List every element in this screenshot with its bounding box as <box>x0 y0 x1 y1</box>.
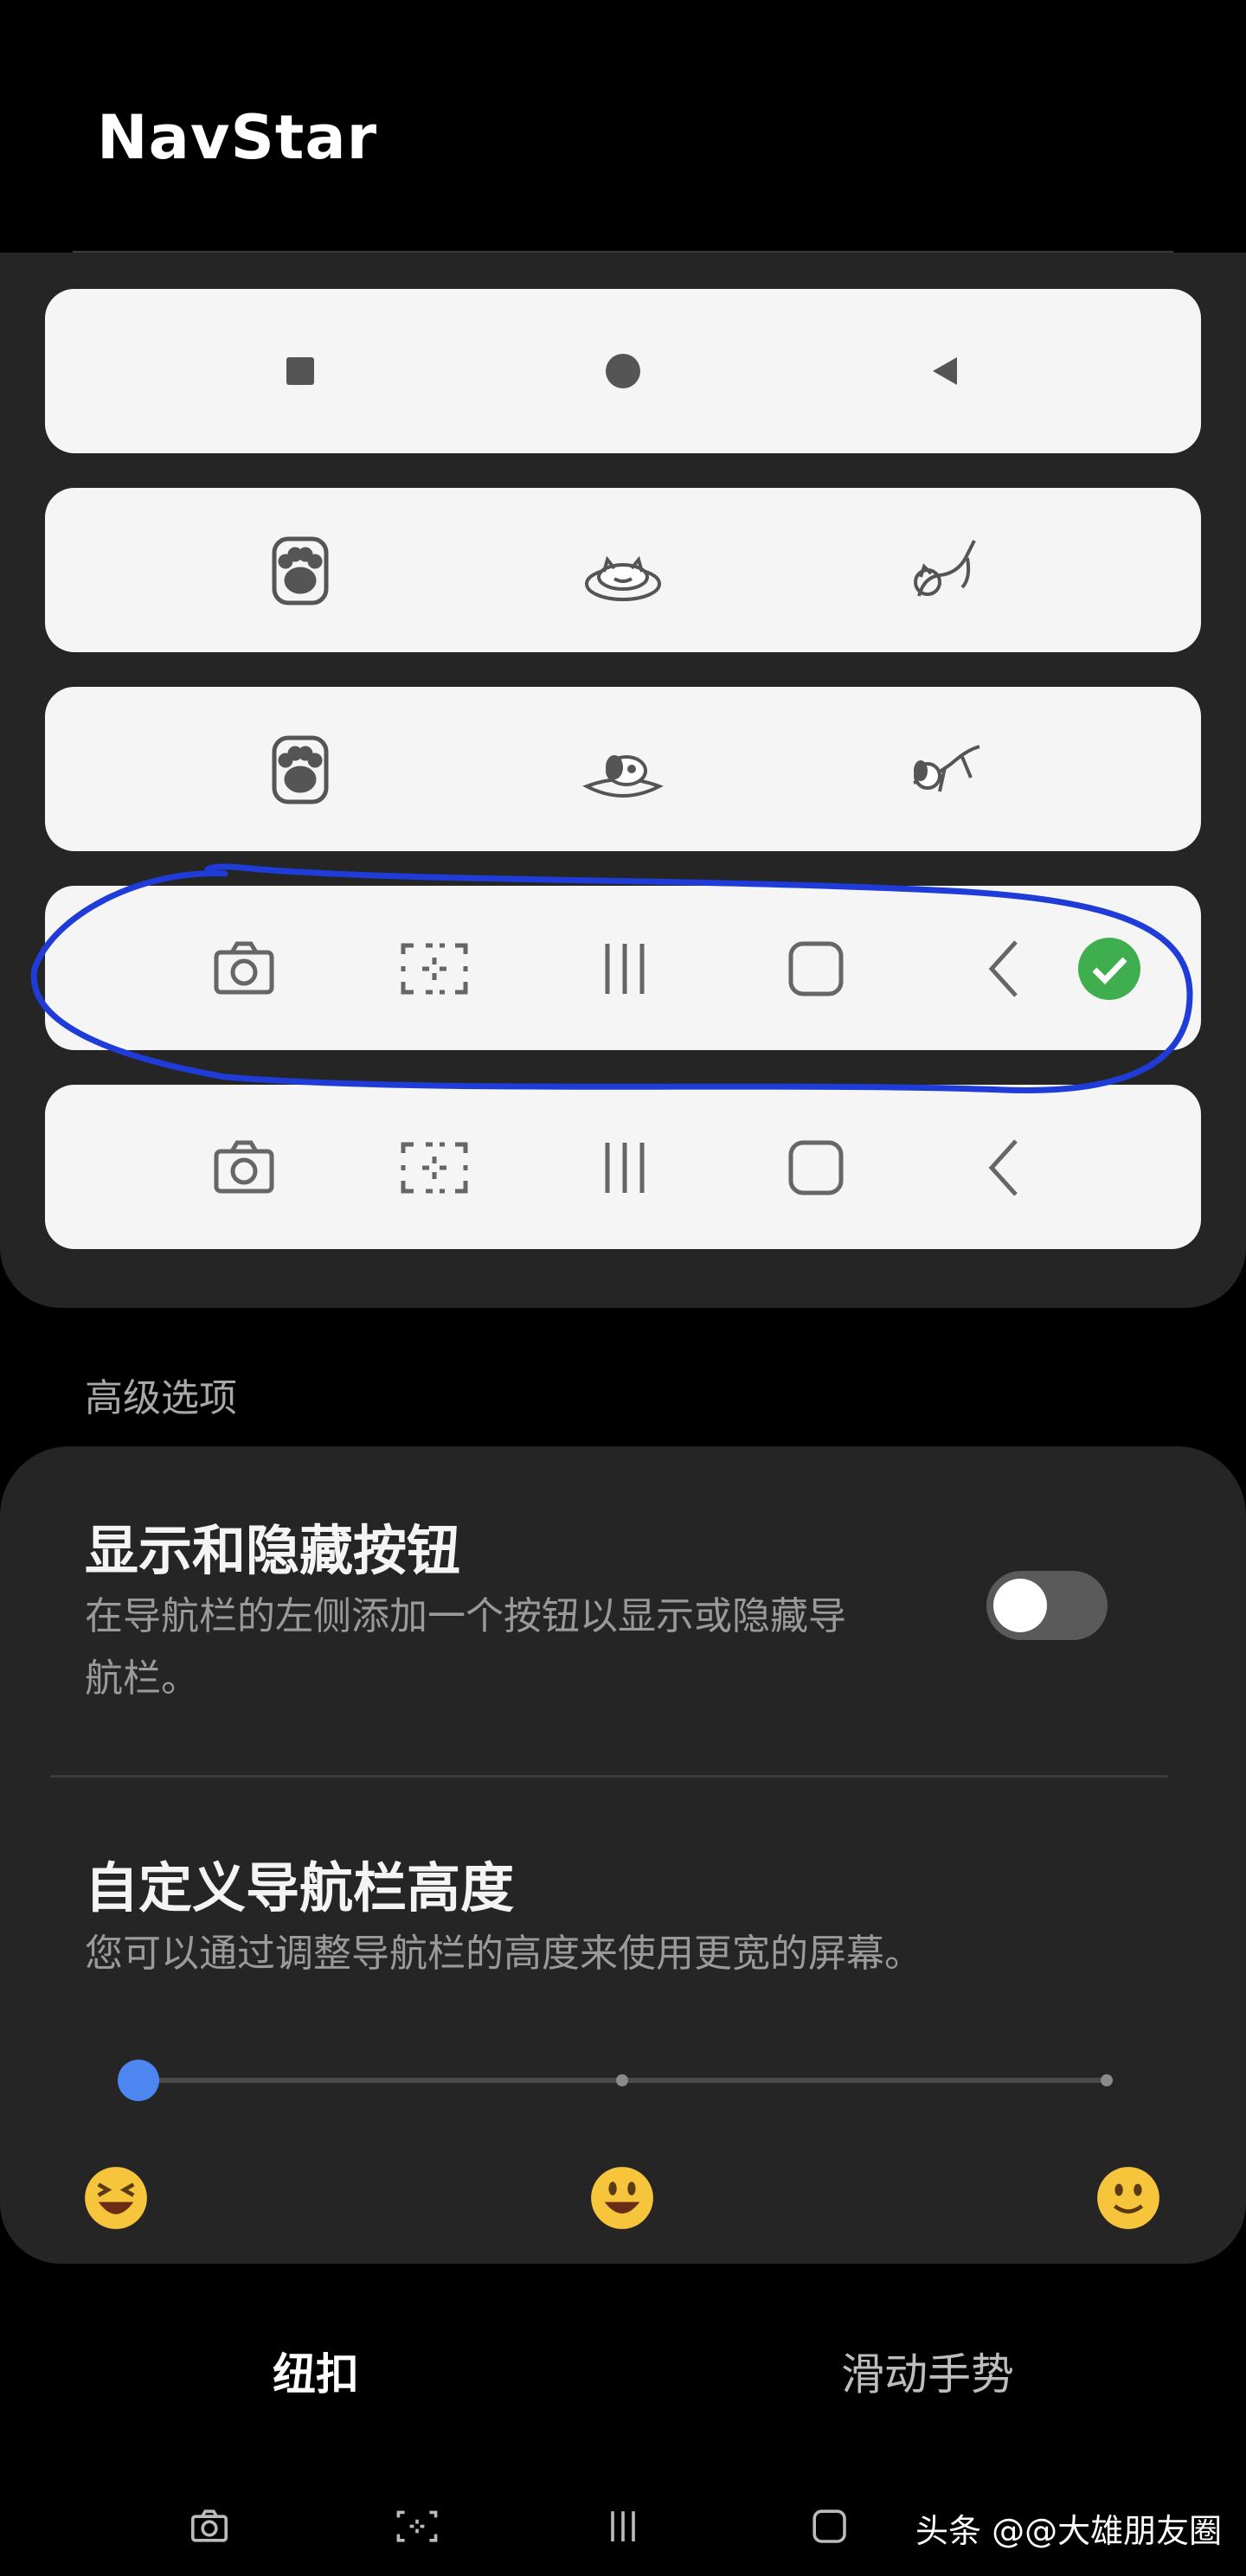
dog-flying-icon <box>902 726 988 812</box>
slider-step-dot <box>1101 2074 1113 2086</box>
style-option-samsung[interactable] <box>45 1085 1201 1249</box>
screenshot-icon <box>391 1124 478 1210</box>
toggle-knob <box>993 1579 1047 1632</box>
home-icon <box>772 925 858 1011</box>
show-hide-toggle[interactable] <box>986 1571 1108 1640</box>
circle-icon <box>580 328 666 414</box>
watermark: 头条 @@大雄朋友圈 <box>915 2512 1223 2550</box>
back-icon <box>962 1124 1049 1210</box>
camera-icon[interactable] <box>183 2500 235 2552</box>
square-icon <box>257 328 344 414</box>
selected-check-icon <box>1066 925 1153 1011</box>
app-title: NavStar <box>97 102 378 173</box>
paw-icon <box>257 726 344 812</box>
show-hide-description-line1: 在导航栏的左侧添加一个按钮以显示或隐藏导 <box>85 1594 846 1638</box>
advanced-options-panel: 显示和隐藏按钮 在导航栏的左侧添加一个按钮以显示或隐藏导 航栏。 自定义导航栏高… <box>0 1446 1246 2264</box>
camera-icon <box>201 1124 287 1210</box>
camera-icon <box>201 925 287 1011</box>
smiley-icon <box>588 2164 656 2232</box>
show-hide-description-line2: 航栏。 <box>85 1656 199 1701</box>
screenshot-icon <box>391 925 478 1011</box>
triangle-back-icon <box>902 328 988 414</box>
tab-buttons[interactable]: 纽扣 <box>273 2340 359 2402</box>
home-icon <box>772 1124 858 1210</box>
style-option-cats[interactable] <box>45 488 1201 652</box>
grinning-squint-icon <box>82 2164 150 2232</box>
dog-sleeping-icon <box>580 726 666 812</box>
paw-icon <box>257 527 344 613</box>
style-option-dogs[interactable] <box>45 687 1201 851</box>
settings-divider <box>50 1775 1168 1778</box>
style-option-samsung-selected[interactable] <box>45 886 1201 1050</box>
height-slider-thumb[interactable] <box>118 2060 159 2101</box>
screenshot-icon[interactable] <box>391 2500 443 2552</box>
recents-icon <box>581 925 668 1011</box>
recents-icon <box>581 1124 668 1210</box>
slider-step-dot <box>616 2074 628 2086</box>
show-hide-title: 显示和隐藏按钮 <box>85 1519 461 1582</box>
tab-gestures[interactable]: 滑动手势 <box>841 2340 1014 2402</box>
back-icon <box>962 925 1049 1011</box>
slight-smile-icon <box>1095 2164 1162 2232</box>
advanced-options-label: 高级选项 <box>85 1376 237 1420</box>
cat-sleeping-icon <box>580 527 666 613</box>
style-option-classic[interactable] <box>45 289 1201 453</box>
home-icon[interactable] <box>803 2500 855 2552</box>
nav-style-panel <box>0 253 1246 1308</box>
height-title: 自定义导航栏高度 <box>85 1856 515 1919</box>
cat-stretch-icon <box>902 527 988 613</box>
recents-icon[interactable] <box>597 2500 649 2552</box>
height-description: 您可以通过调整导航栏的高度来使用更宽的屏幕。 <box>85 1932 922 1976</box>
